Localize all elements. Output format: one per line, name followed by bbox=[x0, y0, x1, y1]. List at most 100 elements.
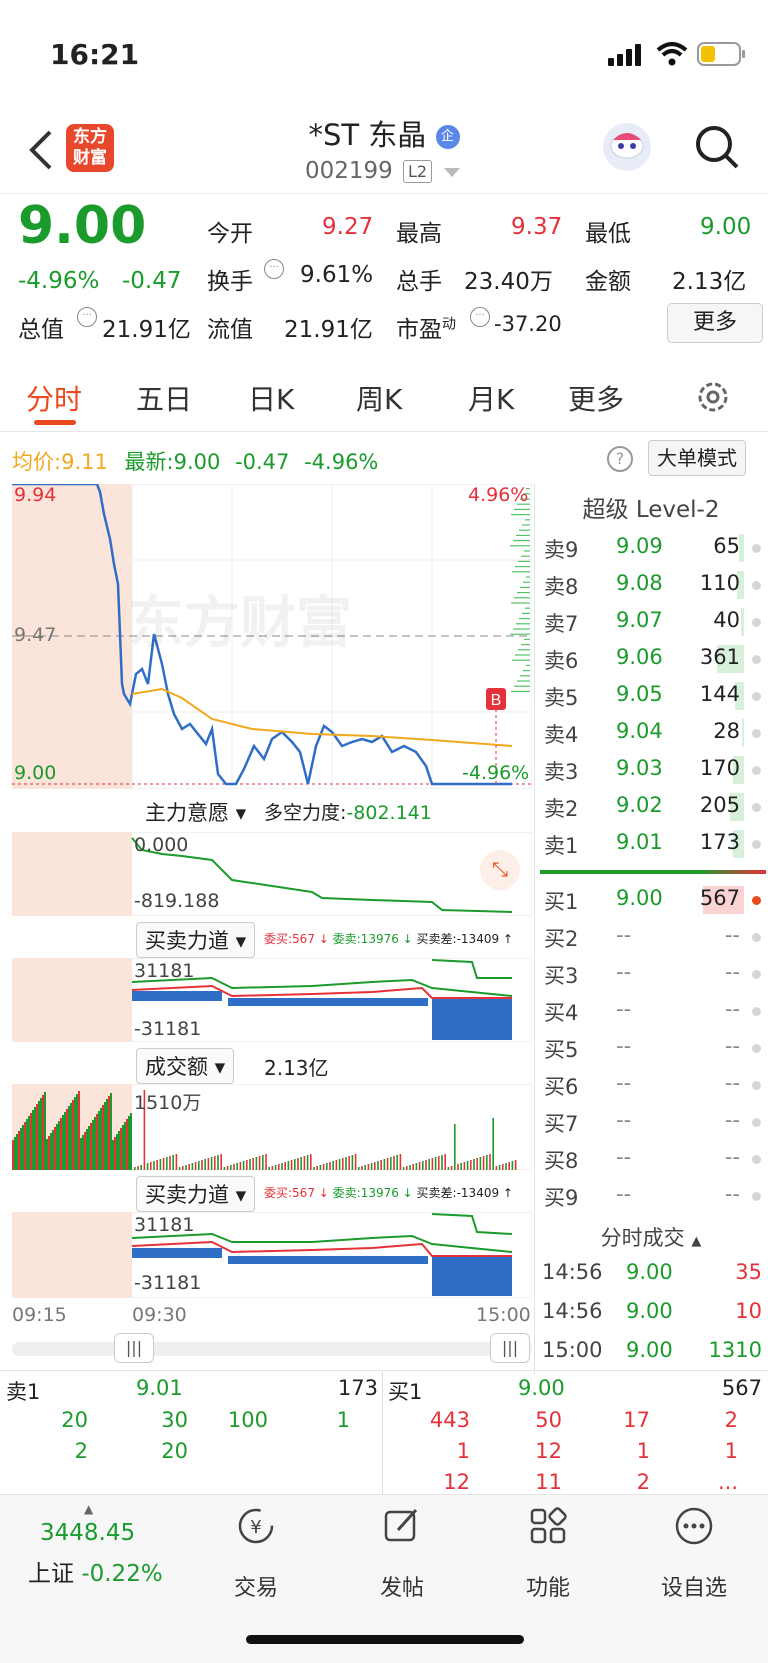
volume-bar bbox=[514, 1160, 517, 1170]
early-volume-bar bbox=[28, 1116, 30, 1170]
status-dot bbox=[752, 933, 761, 942]
info-icon[interactable]: ··· bbox=[264, 259, 284, 279]
index-summary[interactable]: 上证 -0.22% bbox=[28, 1554, 163, 1588]
bs-force-dropdown-2[interactable]: 买卖力道 ▾ bbox=[136, 1176, 256, 1212]
early-volume-bar bbox=[94, 1117, 96, 1170]
avg-price-line: 均价:9.11 最新:9.00 -0.47 -4.96% bbox=[12, 450, 379, 474]
orderbook-row-bid[interactable]: 买8 -- -- bbox=[540, 1141, 766, 1177]
chevron-down-icon[interactable] bbox=[444, 168, 460, 178]
volume-bar bbox=[204, 1159, 206, 1170]
early-volume-bar bbox=[106, 1099, 108, 1170]
volume-bar bbox=[326, 1163, 328, 1170]
amount-dropdown[interactable]: 成交额 ▾ bbox=[136, 1048, 235, 1084]
volume-bar bbox=[297, 1158, 299, 1170]
volume-bar bbox=[140, 1165, 142, 1170]
big-order-mode-button[interactable]: 大单模式 bbox=[648, 440, 746, 476]
orderbook-row-bid[interactable]: 买3 -- -- bbox=[540, 956, 766, 992]
settings-gear-icon[interactable] bbox=[694, 378, 732, 416]
depth-bar bbox=[512, 659, 530, 661]
volume-bar bbox=[246, 1160, 248, 1170]
scroller-right-handle[interactable]: ||| bbox=[490, 1333, 530, 1363]
orderbook-row-ask[interactable]: 卖4 9.04 28 bbox=[540, 715, 766, 751]
orderbook-row-ask[interactable]: 卖9 9.09 65 bbox=[540, 530, 766, 566]
nav-functions[interactable]: 功能 bbox=[498, 1570, 598, 1602]
functions-grid-icon[interactable] bbox=[528, 1506, 568, 1546]
early-volume-bar bbox=[114, 1137, 116, 1170]
amount-chart[interactable] bbox=[12, 1084, 532, 1170]
post-edit-icon[interactable] bbox=[382, 1506, 422, 1546]
tab-daily-k[interactable]: 日K bbox=[248, 378, 294, 418]
orderbook-row-ask[interactable]: 卖3 9.03 170 bbox=[540, 752, 766, 788]
level-volume: 144 bbox=[699, 682, 740, 706]
tick-price: 9.00 bbox=[626, 1299, 673, 1323]
orderbook-row-ask[interactable]: 卖6 9.06 361 bbox=[540, 641, 766, 677]
more-dots-icon[interactable] bbox=[674, 1506, 714, 1546]
nav-trade[interactable]: 交易 bbox=[206, 1570, 306, 1602]
bs-force-chart[interactable] bbox=[12, 958, 532, 1042]
queue-buy-cell: 12 bbox=[443, 1470, 470, 1494]
tab-five-day[interactable]: 五日 bbox=[136, 378, 192, 418]
tab-weekly-k[interactable]: 周K bbox=[356, 378, 402, 418]
volume-bar bbox=[338, 1159, 341, 1170]
volume-bar bbox=[300, 1157, 302, 1170]
volume-bar bbox=[153, 1161, 155, 1170]
help-icon[interactable]: ? bbox=[607, 446, 633, 472]
info-icon[interactable]: ··· bbox=[470, 307, 490, 327]
orderbook-row-ask[interactable]: 卖7 9.07 40 bbox=[540, 604, 766, 640]
orderbook-row-ask[interactable]: 卖5 9.05 144 bbox=[540, 678, 766, 714]
volume-bar bbox=[742, 719, 744, 747]
volume-bar bbox=[223, 1167, 226, 1170]
level-volume: 361 bbox=[699, 645, 740, 669]
info-icon[interactable]: ··· bbox=[77, 307, 97, 327]
orderbook-row-bid[interactable]: 买6 -- -- bbox=[540, 1067, 766, 1103]
nav-watchlist[interactable]: 设自选 bbox=[644, 1570, 744, 1602]
bs-force-chart-2[interactable] bbox=[12, 1212, 532, 1298]
orderbook-row-ask[interactable]: 卖2 9.02 205 bbox=[540, 789, 766, 825]
tick-volume: 10 bbox=[735, 1299, 762, 1323]
level-label: 卖3 bbox=[544, 760, 579, 784]
level-label: 买9 bbox=[544, 1186, 579, 1210]
early-volume-bar bbox=[38, 1101, 40, 1170]
tab-more[interactable]: 更多 bbox=[568, 378, 624, 418]
orderbook-row-bid[interactable]: 买7 -- -- bbox=[540, 1104, 766, 1140]
depth-bar bbox=[515, 654, 530, 656]
index-value[interactable]: 3448.45 bbox=[40, 1520, 135, 1546]
depth-bar bbox=[511, 602, 530, 604]
level2-badge: L2 bbox=[403, 160, 433, 183]
level-label: 买8 bbox=[544, 1149, 579, 1173]
volume-bar bbox=[476, 1158, 478, 1170]
orderbook-row-bid[interactable]: 买5 -- -- bbox=[540, 1030, 766, 1066]
volume-bar bbox=[284, 1162, 286, 1170]
orderbook-row-bid[interactable]: 买2 -- -- bbox=[540, 919, 766, 955]
volume-bar bbox=[425, 1160, 427, 1170]
volume-bar bbox=[249, 1159, 251, 1170]
early-volume-bar bbox=[54, 1127, 56, 1170]
scroller-left-handle[interactable]: ||| bbox=[114, 1333, 154, 1363]
orderbook-row-bid[interactable]: 买9 -- -- bbox=[540, 1178, 766, 1214]
tab-monthly-k[interactable]: 月K bbox=[468, 378, 514, 418]
nav-post[interactable]: 发帖 bbox=[352, 1570, 452, 1602]
main-will-dropdown[interactable]: 主力意愿 ▾ bbox=[136, 794, 256, 830]
orderbook-row-bid[interactable]: 买1 9.00 567 bbox=[540, 882, 766, 918]
early-volume-bar bbox=[66, 1109, 68, 1170]
orderbook-row-bid[interactable]: 买4 -- -- bbox=[540, 993, 766, 1029]
level-price: -- bbox=[616, 960, 632, 984]
main-will-chart[interactable] bbox=[12, 832, 532, 916]
tab-intraday[interactable]: 分时 bbox=[26, 378, 82, 418]
trade-yen-icon[interactable]: ¥ bbox=[236, 1506, 276, 1546]
expand-icon[interactable]: ⤡ bbox=[480, 850, 520, 890]
level-volume: -- bbox=[724, 960, 740, 984]
bs-force-dropdown[interactable]: 买卖力道 ▾ bbox=[136, 922, 256, 958]
orderbook-row-ask[interactable]: 卖8 9.08 110 bbox=[540, 567, 766, 603]
volume-bar bbox=[201, 1160, 203, 1170]
orderbook-row-ask[interactable]: 卖1 9.01 173 bbox=[540, 826, 766, 862]
level-label: 卖8 bbox=[544, 575, 579, 599]
volume-bar bbox=[470, 1160, 472, 1170]
tick-time: 14:56 bbox=[542, 1260, 603, 1284]
volume-label: 总手 bbox=[396, 269, 442, 295]
level-price: -- bbox=[616, 1071, 632, 1095]
amount-value: 2.13亿 bbox=[672, 269, 747, 295]
more-button[interactable]: 更多 bbox=[667, 303, 763, 343]
range-scroller[interactable] bbox=[12, 1342, 532, 1356]
volume-bar bbox=[342, 1158, 344, 1170]
